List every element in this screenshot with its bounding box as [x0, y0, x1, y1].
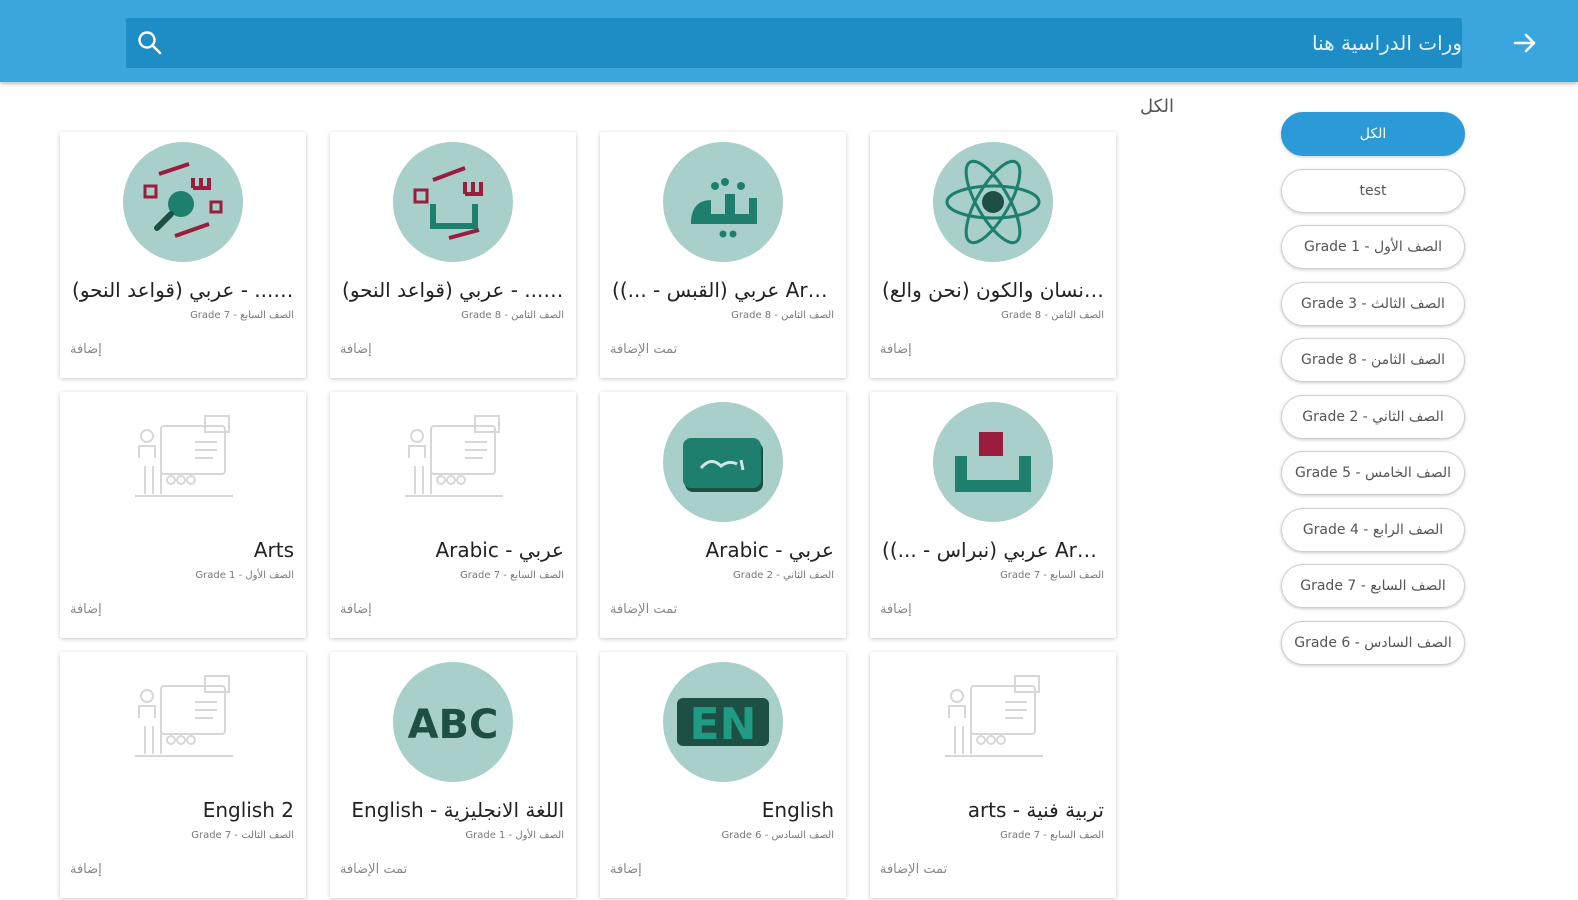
course-card[interactable]: (عربي (نبراس - ...) Arabic Grade 7 - الص…	[870, 392, 1116, 638]
course-card[interactable]: Arabic - عربي Grade 2 - الصف الثاني تمت …	[600, 392, 846, 638]
add-course-button[interactable]: إضافة	[880, 602, 912, 617]
filter-pill-grade-3[interactable]: Grade 3 - الصف الثالث	[1281, 281, 1465, 326]
svg-text:ABC: ABC	[408, 702, 499, 748]
filter-pill-grade-8[interactable]: Grade 8 - الصف الثامن	[1281, 338, 1465, 382]
course-title: English - اللغة الانجليزية	[351, 798, 564, 822]
course-card[interactable]: arts - تربية فنية Grade 7 - الصف السابع …	[870, 652, 1116, 898]
course-added-label[interactable]: تمت الإضافة	[610, 602, 677, 617]
classroom-placeholder-icon	[123, 662, 243, 782]
course-title: English 2	[202, 798, 294, 822]
course-title: (عربي (القبس - ...) Arabic	[612, 278, 834, 302]
course-title: (عربي (قواعد النحو - ...Ara	[72, 278, 294, 302]
course-grade: Grade 6 - الصف السادس	[721, 830, 834, 841]
course-title: (الإنسان والكون (نحن والع...	[882, 278, 1104, 302]
add-course-button[interactable]: إضافة	[340, 342, 372, 357]
grade-filter-list: الكل test Grade 1 - الصف الأول Grade 3 -…	[1281, 112, 1465, 677]
course-grade: Grade 7 - الصف السابع	[1000, 570, 1104, 581]
add-course-button[interactable]: إضافة	[340, 602, 372, 617]
course-grade: Grade 8 - الصف الثامن	[1001, 310, 1104, 321]
course-card[interactable]: Arabic - عربي Grade 7 - الصف السابع إضاف…	[330, 392, 576, 638]
arrow-right-icon[interactable]	[1510, 28, 1540, 58]
filter-pill-test[interactable]: test	[1281, 168, 1465, 213]
filter-pill-grade-5[interactable]: Grade 5 - الصف الخامس	[1281, 451, 1465, 495]
filter-pill-grade-7[interactable]: Grade 7 - الصف السابع	[1281, 564, 1465, 608]
course-title: English	[761, 798, 834, 822]
search-input[interactable]	[182, 18, 1462, 68]
qabas-icon	[663, 142, 783, 262]
course-title: Arabic - عربي	[435, 538, 564, 562]
course-added-label[interactable]: تمت الإضافة	[340, 862, 407, 877]
filter-pill-grade-1[interactable]: Grade 1 - الصف الأول	[1281, 225, 1465, 269]
course-title: (عربي (نبراس - ...) Arabic	[882, 538, 1104, 562]
course-title: arts - تربية فنية	[967, 798, 1104, 822]
course-card[interactable]: ABC English - اللغة الانجليزية Grade 1 -…	[330, 652, 576, 898]
atom-icon	[933, 142, 1053, 262]
filter-pill-grade-4[interactable]: Grade 4 - الصف الرابع	[1281, 507, 1465, 552]
course-grade: Grade 7 - الصف الثالث	[191, 830, 294, 841]
filter-pill-all[interactable]: الكل	[1281, 112, 1465, 156]
filter-heading: الكل	[1139, 96, 1174, 117]
search-icon[interactable]	[136, 29, 164, 57]
search-box[interactable]	[126, 18, 1462, 68]
course-card[interactable]: English 2 Grade 7 - الصف الثالث إضافة	[60, 652, 306, 898]
add-course-button[interactable]: إضافة	[70, 602, 102, 617]
course-grade: Grade 8 - الصف الثامن	[461, 310, 564, 321]
course-card[interactable]: (عربي (قواعد النحو - ...Ara Grade 8 - ال…	[330, 132, 576, 378]
en-icon: EN	[663, 662, 783, 782]
course-added-label[interactable]: تمت الإضافة	[880, 862, 947, 877]
course-grade: Grade 7 - الصف السابع	[460, 570, 564, 581]
course-added-label[interactable]: تمت الإضافة	[610, 342, 677, 357]
filter-pill-grade-6[interactable]: Grade 6 - الصف السادس	[1281, 620, 1465, 665]
classroom-placeholder-icon	[933, 662, 1053, 782]
course-card[interactable]: (عربي (القبس - ...) Arabic Grade 8 - الص…	[600, 132, 846, 378]
add-course-button[interactable]: إضافة	[880, 342, 912, 357]
add-course-button[interactable]: إضافة	[70, 862, 102, 877]
course-card[interactable]: (عربي (قواعد النحو - ...Ara Grade 7 - ال…	[60, 132, 306, 378]
book-tray-icon	[933, 402, 1053, 522]
top-app-bar	[0, 0, 1578, 82]
course-title: Arabic - عربي	[705, 538, 834, 562]
course-grade: Grade 7 - الصف السابع	[190, 310, 294, 321]
grammar-icon	[393, 142, 513, 262]
add-course-button[interactable]: إضافة	[70, 342, 102, 357]
course-grade: Grade 1 - الصف الأول	[465, 830, 564, 841]
classroom-placeholder-icon	[123, 402, 243, 522]
add-course-button[interactable]: إضافة	[610, 862, 642, 877]
course-grade: Grade 8 - الصف الثامن	[731, 310, 834, 321]
classroom-placeholder-icon	[393, 402, 513, 522]
svg-text:EN: EN	[690, 699, 757, 750]
course-card[interactable]: Arts Grade 1 - الصف الأول إضافة	[60, 392, 306, 638]
filter-pill-grade-2[interactable]: Grade 2 - الصف الثاني	[1281, 394, 1465, 439]
course-grade: Grade 1 - الصف الأول	[195, 570, 294, 581]
grammar-search-icon	[123, 142, 243, 262]
course-grade: Grade 7 - الصف السابع	[1000, 830, 1104, 841]
course-grade: Grade 2 - الصف الثاني	[732, 570, 834, 581]
course-title: (عربي (قواعد النحو - ...Ara	[342, 278, 564, 302]
arabic-board-icon	[663, 402, 783, 522]
course-card[interactable]: EN English Grade 6 - الصف السادس إضافة	[600, 652, 846, 898]
abc-icon: ABC	[393, 662, 513, 782]
course-title: Arts	[253, 538, 294, 562]
course-card[interactable]: (الإنسان والكون (نحن والع... Grade 8 - ا…	[870, 132, 1116, 378]
